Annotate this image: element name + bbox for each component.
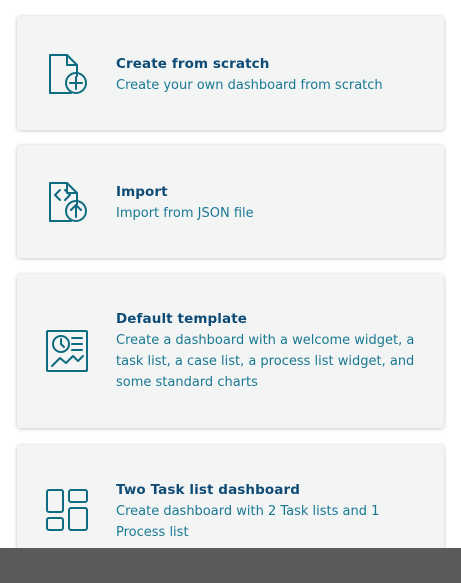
option-description: Create your own dashboard from scratch <box>116 78 383 93</box>
create-from-scratch-card[interactable]: Create from scratch Create your own dash… <box>17 16 444 130</box>
dashboard-creation-options: Create from scratch Create your own dash… <box>0 0 461 583</box>
option-title: Two Task list dashboard <box>116 482 300 498</box>
default-template-card[interactable]: Default template Create a dashboard with… <box>17 274 444 428</box>
option-description: Create a dashboard with a welcome widget… <box>116 333 415 390</box>
import-card[interactable]: Import Import from JSON file <box>17 145 444 258</box>
file-plus-icon <box>45 52 89 96</box>
option-title: Create from scratch <box>116 56 270 72</box>
bottom-overlay-bar <box>0 548 461 583</box>
option-description: Import from JSON file <box>116 206 254 221</box>
file-code-upload-icon <box>45 180 89 224</box>
dashboard-report-icon <box>45 329 89 373</box>
two-task-list-dashboard-card[interactable]: Two Task list dashboard Create dashboard… <box>17 445 444 565</box>
option-title: Import <box>116 184 168 200</box>
option-description: Create dashboard with 2 Task lists and 1… <box>116 504 380 540</box>
layout-grid-icon <box>45 488 89 532</box>
option-title: Default template <box>116 311 248 327</box>
